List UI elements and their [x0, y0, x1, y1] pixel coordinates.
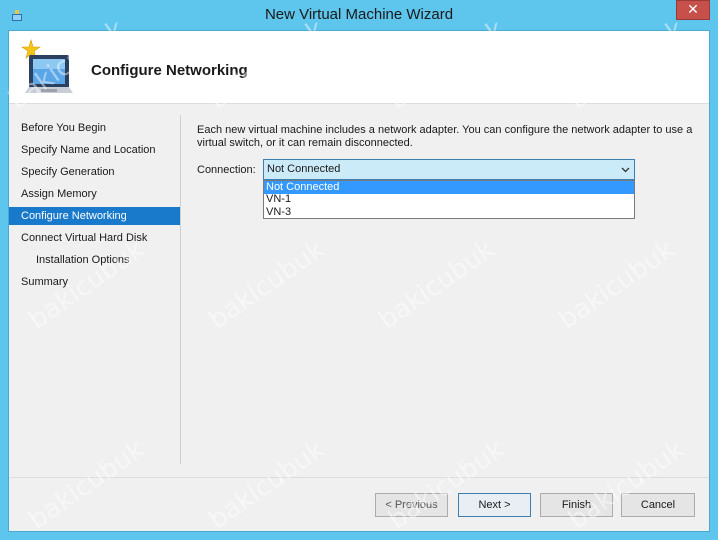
nav-step-specify-generation[interactable]: Specify Generation	[9, 163, 180, 181]
nav-step-specify-name-location[interactable]: Specify Name and Location	[9, 141, 180, 159]
chevron-down-icon	[621, 167, 630, 173]
wizard-window: New Virtual Machine Wizard ✕ Configure N…	[0, 0, 718, 540]
option-vn-1[interactable]: VN-1	[264, 193, 634, 206]
connection-select-value: Not Connected	[267, 163, 341, 175]
nav-step-installation-options[interactable]: Installation Options	[9, 251, 180, 269]
page-title: Configure Networking	[91, 62, 248, 79]
nav-step-before-you-begin[interactable]: Before You Begin	[9, 119, 180, 137]
footer-divider	[9, 477, 709, 478]
close-button[interactable]: ✕	[676, 0, 710, 20]
nav-step-connect-virtual-hard-disk[interactable]: Connect Virtual Hard Disk	[9, 229, 180, 247]
networking-description: Each new virtual machine includes a netw…	[197, 124, 693, 149]
nav-step-assign-memory[interactable]: Assign Memory	[9, 185, 180, 203]
connection-dropdown-list: Not Connected VN-1 VN-3	[263, 180, 635, 219]
connection-label: Connection:	[197, 164, 256, 176]
nav-step-summary[interactable]: Summary	[9, 273, 180, 291]
previous-button[interactable]: < Previous	[375, 493, 448, 517]
option-vn-3[interactable]: VN-3	[264, 206, 634, 219]
cancel-button[interactable]: Cancel	[621, 493, 695, 517]
wizard-client-area: Configure Networking Before You Begin Sp…	[8, 30, 710, 532]
connection-select[interactable]: Not Connected	[263, 159, 635, 180]
wizard-header: Configure Networking	[9, 31, 709, 104]
finish-button[interactable]: Finish	[540, 493, 613, 517]
title-bar[interactable]: New Virtual Machine Wizard ✕	[0, 0, 718, 30]
nav-step-configure-networking[interactable]: Configure Networking	[9, 207, 180, 225]
window-title: New Virtual Machine Wizard	[264, 6, 454, 23]
sidebar-divider	[180, 115, 181, 464]
next-button[interactable]: Next >	[458, 493, 531, 517]
close-icon: ✕	[687, 2, 699, 18]
new-vm-monitor-icon	[21, 38, 73, 93]
